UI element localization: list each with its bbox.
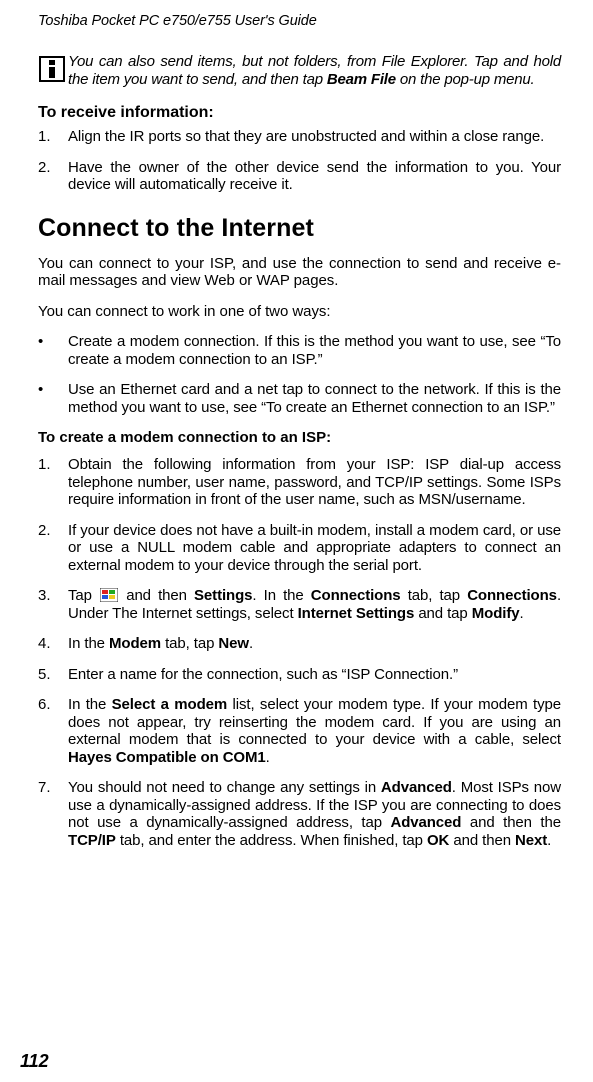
windows-flag-icon bbox=[100, 588, 118, 602]
list-body: Tap and then Settings. In the Connection… bbox=[68, 587, 561, 622]
bold-text: Advanced bbox=[390, 814, 461, 831]
page: Toshiba Pocket PC e750/e755 User's Guide… bbox=[0, 0, 593, 1082]
bold-text: Modem bbox=[109, 635, 161, 652]
text: and then bbox=[119, 587, 194, 604]
list-item: 3. Tap and then Settings. In the Connect… bbox=[38, 587, 561, 622]
bold-text: Next bbox=[515, 832, 547, 849]
modem-subhead: To create a modem connection to an ISP: bbox=[38, 429, 561, 446]
connect-p2: You can connect to work in one of two wa… bbox=[38, 303, 561, 321]
text: In the bbox=[68, 635, 109, 652]
text: You should not need to change any settin… bbox=[68, 779, 381, 796]
list-item: 4. In the Modem tab, tap New. bbox=[38, 635, 561, 653]
text: Tap bbox=[68, 587, 99, 604]
bold-text: TCP/IP bbox=[68, 832, 116, 849]
text: tab, and enter the address. When finishe… bbox=[116, 832, 427, 849]
bold-text: Internet Settings bbox=[298, 605, 415, 622]
list-number: 1. bbox=[38, 128, 68, 146]
list-body: Use an Ethernet card and a net tap to co… bbox=[68, 381, 561, 416]
text: tab, tap bbox=[401, 587, 468, 604]
receive-list: 1. Align the IR ports so that they are u… bbox=[38, 128, 561, 194]
bold-text: Advanced bbox=[381, 779, 452, 796]
page-number: 112 bbox=[20, 1051, 49, 1072]
list-item: 2. Have the owner of the other device se… bbox=[38, 159, 561, 194]
text: . bbox=[519, 605, 523, 622]
connect-bullets: • Create a modem connection. If this is … bbox=[38, 333, 561, 416]
list-number: 6. bbox=[38, 696, 68, 766]
bold-text: Hayes Compatible on COM1 bbox=[68, 749, 266, 766]
list-body: In the Modem tab, tap New. bbox=[68, 635, 561, 653]
text: . bbox=[266, 749, 270, 766]
info-icon bbox=[38, 55, 66, 83]
list-body: Align the IR ports so that they are unob… bbox=[68, 128, 561, 146]
bold-text: Select a modem bbox=[112, 696, 227, 713]
modem-steps: 1. Obtain the following information from… bbox=[38, 456, 561, 849]
list-number: 2. bbox=[38, 522, 68, 575]
list-body: Enter a name for the connection, such as… bbox=[68, 666, 561, 684]
list-body: You should not need to change any settin… bbox=[68, 779, 561, 849]
receive-heading: To receive information: bbox=[38, 104, 561, 122]
text: and then bbox=[449, 832, 515, 849]
list-item: 5. Enter a name for the connection, such… bbox=[38, 666, 561, 684]
note-text: You can also send items, but not folders… bbox=[68, 53, 561, 88]
text: . bbox=[249, 635, 253, 652]
running-head: Toshiba Pocket PC e750/e755 User's Guide bbox=[38, 13, 561, 29]
list-number: 1. bbox=[38, 456, 68, 509]
text: . bbox=[547, 832, 551, 849]
list-item: • Use an Ethernet card and a net tap to … bbox=[38, 381, 561, 416]
list-item: 1. Align the IR ports so that they are u… bbox=[38, 128, 561, 146]
text: tab, tap bbox=[161, 635, 218, 652]
list-number: 5. bbox=[38, 666, 68, 684]
bold-text: Connections bbox=[311, 587, 401, 604]
bold-text: Settings bbox=[194, 587, 252, 604]
list-body: If your device does not have a built-in … bbox=[68, 522, 561, 575]
list-item: • Create a modem connection. If this is … bbox=[38, 333, 561, 368]
list-number: 7. bbox=[38, 779, 68, 849]
bold-text: New bbox=[218, 635, 249, 652]
list-body: Create a modem connection. If this is th… bbox=[68, 333, 561, 368]
list-body: Have the owner of the other device send … bbox=[68, 159, 561, 194]
text: and tap bbox=[414, 605, 471, 622]
text: In the bbox=[68, 696, 112, 713]
bullet-dot: • bbox=[38, 333, 68, 368]
list-item: 6. In the Select a modem list, select yo… bbox=[38, 696, 561, 766]
list-number: 4. bbox=[38, 635, 68, 653]
list-body: In the Select a modem list, select your … bbox=[68, 696, 561, 766]
bold-text: OK bbox=[427, 832, 449, 849]
connect-p1: You can connect to your ISP, and use the… bbox=[38, 255, 561, 290]
list-item: 1. Obtain the following information from… bbox=[38, 456, 561, 509]
bullet-dot: • bbox=[38, 381, 68, 416]
note-block: You can also send items, but not folders… bbox=[38, 53, 561, 88]
bold-text: Connections bbox=[467, 587, 557, 604]
list-number: 2. bbox=[38, 159, 68, 194]
list-item: 7. You should not need to change any set… bbox=[38, 779, 561, 849]
list-item: 2. If your device does not have a built-… bbox=[38, 522, 561, 575]
list-body: Obtain the following information from yo… bbox=[68, 456, 561, 509]
text: . In the bbox=[252, 587, 310, 604]
note-bold: Beam File bbox=[327, 71, 396, 88]
bold-text: Modify bbox=[472, 605, 520, 622]
connect-heading: Connect to the Internet bbox=[38, 214, 561, 243]
note-post: on the pop-up menu. bbox=[396, 71, 535, 88]
list-number: 3. bbox=[38, 587, 68, 622]
text: and then the bbox=[461, 814, 561, 831]
